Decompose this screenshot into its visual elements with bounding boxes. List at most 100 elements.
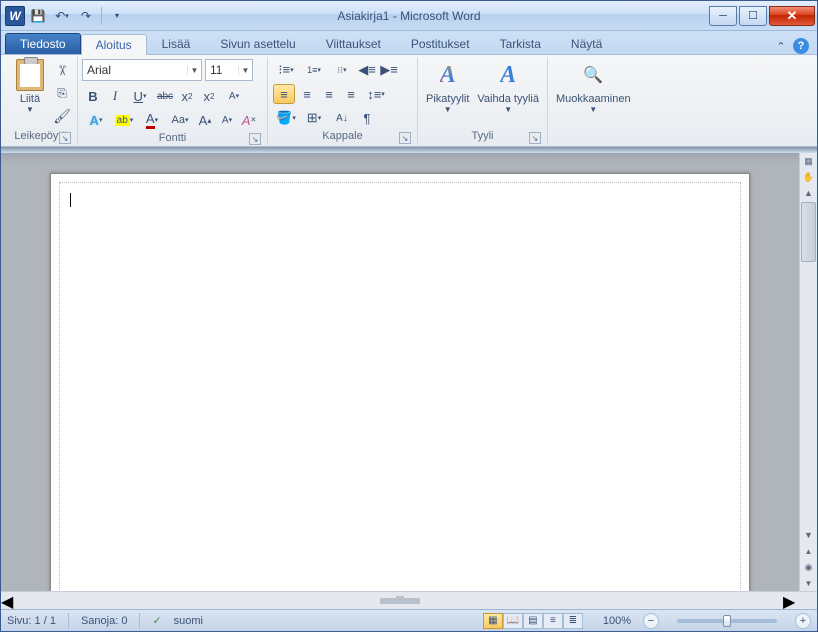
underline-button[interactable]: U▾: [126, 85, 154, 107]
highlight-button[interactable]: ab▾: [110, 109, 138, 131]
align-center-button[interactable]: ≡: [296, 83, 318, 105]
strikethrough-button[interactable]: abc: [154, 85, 176, 107]
clear-formatting-button[interactable]: A✕: [238, 109, 260, 131]
cut-button[interactable]: ✂: [51, 59, 73, 81]
scroll-thumb[interactable]: [801, 202, 816, 262]
app-window: W 💾 ↶▾ ↷ ▾ Asiakirja1 - Microsoft Word ─…: [0, 0, 818, 632]
ruler-toggle-icon[interactable]: ▦: [800, 153, 817, 169]
hscroll-right-button[interactable]: ▶: [783, 592, 799, 609]
minimize-button[interactable]: ─: [709, 6, 737, 26]
tab-view[interactable]: Näytä: [556, 33, 617, 54]
status-word-count[interactable]: Sanoja: 0: [81, 615, 128, 627]
numbering-button[interactable]: 1≡▾: [300, 59, 328, 81]
sort-icon: A↓: [336, 113, 348, 124]
tab-mailings[interactable]: Postitukset: [396, 33, 485, 54]
font-launcher[interactable]: ↘: [249, 133, 261, 145]
status-proofing-icon[interactable]: ✓: [152, 614, 161, 627]
view-full-screen-button[interactable]: 📖: [503, 613, 523, 629]
paste-button[interactable]: Liitä ▼: [9, 57, 51, 129]
view-buttons: ▦ 📖 ▤ ≡ ≣: [483, 613, 583, 629]
subscript-button[interactable]: x2: [176, 85, 198, 107]
zoom-in-button[interactable]: +: [795, 613, 811, 629]
maximize-button[interactable]: ☐: [739, 6, 767, 26]
tab-references[interactable]: Viittaukset: [311, 33, 396, 54]
tab-page-layout[interactable]: Sivun asettelu: [205, 33, 310, 54]
hscroll-track[interactable]: ⦀⦀: [17, 592, 783, 609]
grow-font-button[interactable]: A▴: [194, 109, 216, 131]
change-case-button[interactable]: Aa▾: [166, 109, 194, 131]
superscript-button[interactable]: x2: [198, 85, 220, 107]
status-language[interactable]: suomi: [174, 615, 203, 627]
bullets-button[interactable]: ⁝≡▾: [272, 59, 300, 81]
help-button[interactable]: ?: [793, 38, 809, 54]
line-spacing-button[interactable]: ↕≡▾: [362, 83, 390, 105]
sort-button[interactable]: A↓: [328, 107, 356, 129]
close-button[interactable]: ✕: [769, 6, 815, 26]
document-viewport[interactable]: [1, 153, 799, 591]
borders-button[interactable]: ⊞▾: [300, 107, 328, 129]
vertical-scrollbar[interactable]: ▦ ✋ ▲ ▼ ▲ ◉ ▼: [799, 153, 817, 591]
text-effects-button[interactable]: A▾: [82, 109, 110, 131]
shrink-font-button[interactable]: A▾: [216, 109, 238, 131]
tab-insert[interactable]: Lisää: [147, 33, 206, 54]
status-page[interactable]: Sivu: 1 / 1: [7, 615, 56, 627]
paragraph-launcher[interactable]: ↘: [399, 132, 411, 144]
align-left-button[interactable]: ≡: [273, 84, 295, 104]
zoom-out-button[interactable]: −: [643, 613, 659, 629]
title-bar: W 💾 ↶▾ ↷ ▾ Asiakirja1 - Microsoft Word ─…: [1, 1, 817, 31]
decrease-indent-button[interactable]: ◀≡: [356, 59, 378, 81]
qat-undo-button[interactable]: ↶▾: [51, 5, 73, 27]
pilcrow-icon: ¶: [364, 111, 371, 126]
zoom-level[interactable]: 100%: [603, 615, 631, 627]
increase-indent-button[interactable]: ▶≡: [378, 59, 400, 81]
copy-button[interactable]: ⎘: [51, 82, 73, 104]
align-right-icon: ≡: [325, 87, 333, 102]
format-painter-button[interactable]: 🖌: [51, 105, 73, 127]
ribbon-collapse-button[interactable]: ⌃: [773, 38, 789, 54]
hand-tool-icon[interactable]: ✋: [800, 169, 817, 185]
tab-home[interactable]: Aloitus: [81, 34, 147, 55]
scroll-track[interactable]: [800, 263, 817, 527]
grow-shrink-font-button[interactable]: A▾: [220, 85, 248, 107]
horizontal-scrollbar[interactable]: ◀ ⦀⦀ ▶: [1, 591, 817, 609]
indent-icon: ▶≡: [380, 62, 398, 78]
bold-button[interactable]: B: [82, 85, 104, 107]
quick-styles-button[interactable]: A Pikatyylit ▼: [422, 57, 473, 129]
zoom-slider-handle[interactable]: [723, 615, 731, 627]
scroll-down-button[interactable]: ▼: [800, 527, 817, 543]
text-cursor: [70, 193, 71, 207]
prev-page-button[interactable]: ▲: [800, 543, 817, 559]
align-center-icon: ≡: [303, 87, 311, 102]
view-draft-button[interactable]: ≣: [563, 613, 583, 629]
document-page[interactable]: [50, 173, 750, 591]
multilevel-button[interactable]: ⁝⁝▾: [328, 59, 356, 81]
qat-customize-button[interactable]: ▾: [106, 5, 128, 27]
qat-save-button[interactable]: 💾: [27, 5, 49, 27]
clipboard-launcher[interactable]: ↘: [59, 132, 71, 144]
align-right-button[interactable]: ≡: [318, 83, 340, 105]
group-clipboard: Liitä ▼ ✂ ⎘ 🖌 Leikepöytä↘: [5, 57, 78, 145]
change-styles-button[interactable]: A Vaihda tyyliä ▼: [473, 57, 543, 129]
qat-redo-button[interactable]: ↷: [75, 5, 97, 27]
font-name-combo[interactable]: Arial▼: [82, 59, 202, 81]
shading-button[interactable]: 🪣▾: [272, 107, 300, 129]
zoom-slider[interactable]: [677, 619, 777, 623]
view-web-layout-button[interactable]: ▤: [523, 613, 543, 629]
next-page-button[interactable]: ▼: [800, 575, 817, 591]
font-size-combo[interactable]: 11▼: [205, 59, 253, 81]
justify-button[interactable]: ≡: [340, 83, 362, 105]
font-color-button[interactable]: A▾: [138, 109, 166, 131]
scroll-up-button[interactable]: ▲: [800, 185, 817, 201]
word-app-icon[interactable]: W: [5, 6, 25, 26]
editing-button[interactable]: 🔍 Muokkaaminen ▼: [552, 57, 635, 129]
view-outline-button[interactable]: ≡: [543, 613, 563, 629]
show-marks-button[interactable]: ¶: [356, 107, 378, 129]
view-print-layout-button[interactable]: ▦: [483, 613, 503, 629]
tab-review[interactable]: Tarkista: [485, 33, 556, 54]
styles-launcher[interactable]: ↘: [529, 132, 541, 144]
italic-button[interactable]: I: [104, 85, 126, 107]
hscroll-thumb[interactable]: [380, 598, 420, 604]
tab-file[interactable]: Tiedosto: [5, 33, 81, 54]
browse-object-button[interactable]: ◉: [800, 559, 817, 575]
hscroll-left-button[interactable]: ◀: [1, 592, 17, 609]
